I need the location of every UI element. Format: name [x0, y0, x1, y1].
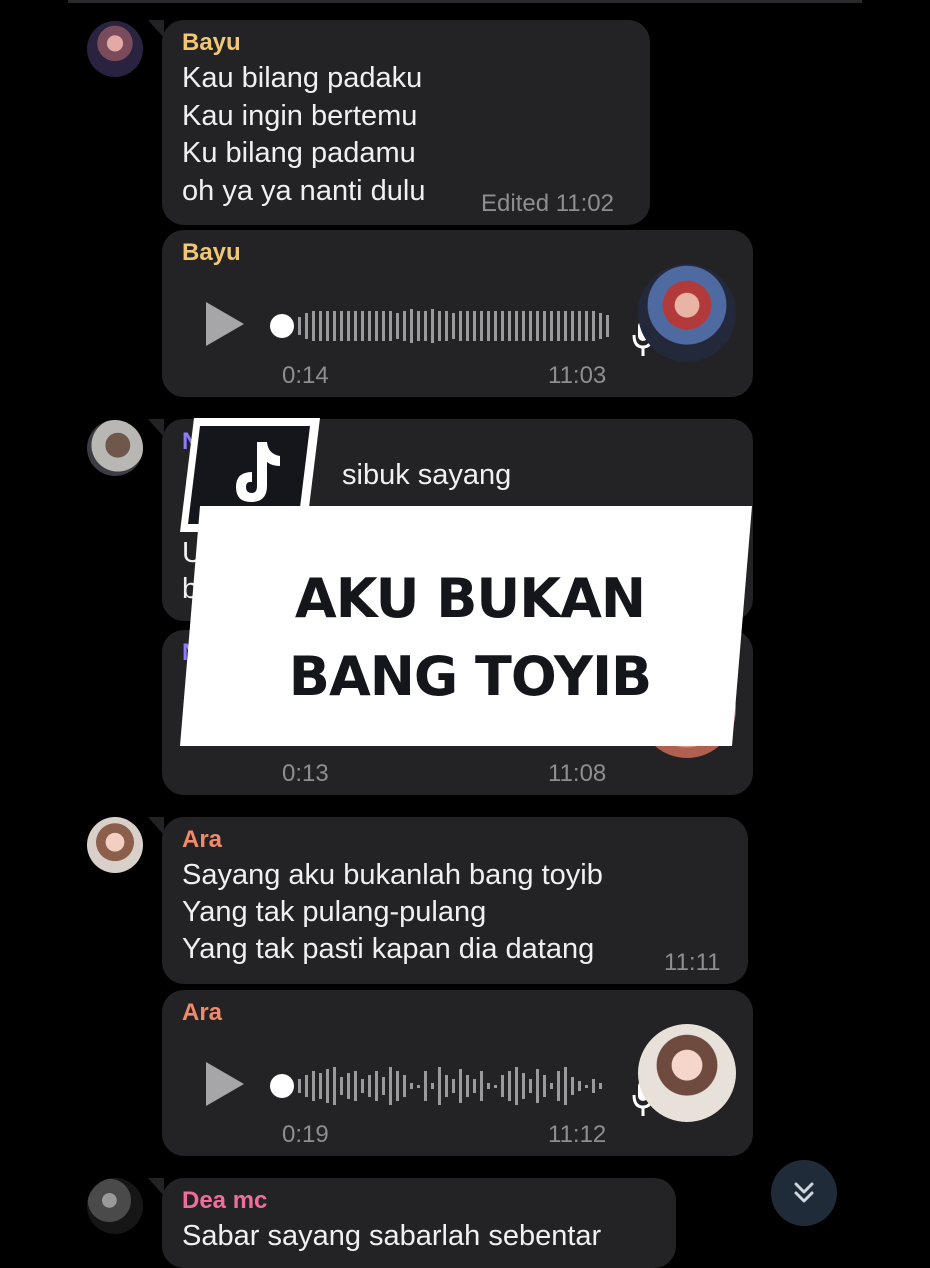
voice-message-bubble[interactable]: Ara 0:19 11:12 — [162, 990, 753, 1156]
message-line: Ku bilang padamu — [182, 137, 416, 169]
sender-name[interactable]: Ara — [182, 999, 222, 1027]
waveform[interactable] — [298, 1065, 610, 1107]
message-bubble[interactable]: Bayu Kau bilang padaku Kau ingin bertemu… — [148, 20, 650, 225]
voice-duration: 0:14 — [282, 362, 329, 389]
message-bubble[interactable]: Ara Sayang aku bukanlah bang toyib Yang … — [148, 817, 748, 984]
message-line: Sabar sayang sabarlah sebentar — [182, 1220, 602, 1252]
playback-knob[interactable] — [270, 1074, 294, 1098]
scroll-to-bottom-button[interactable] — [771, 1160, 837, 1226]
message-bubble[interactable]: Dea mc Sabar sayang sabarlah sebentar — [148, 1178, 676, 1268]
sender-name[interactable]: Ara — [182, 826, 222, 854]
voice-duration: 0:13 — [282, 760, 329, 787]
avatar-n[interactable] — [87, 420, 143, 476]
sender-name[interactable]: Dea mc — [182, 1187, 267, 1215]
message-time: 11:08 — [548, 760, 607, 787]
avatar-dea-mc[interactable] — [87, 1178, 143, 1234]
message-time: 11:11 — [664, 949, 721, 976]
playback-knob[interactable] — [270, 314, 294, 338]
top-divider — [68, 0, 862, 3]
banner-title-line-2: BANG TOYIB — [288, 645, 652, 708]
message-time: 11:03 — [548, 362, 607, 389]
voice-avatar-ara — [638, 1024, 736, 1122]
avatar-bayu[interactable] — [87, 21, 143, 77]
message-line: Kau ingin bertemu — [182, 100, 418, 132]
sender-name[interactable]: Bayu — [182, 239, 241, 267]
waveform[interactable] — [298, 305, 610, 347]
sender-name[interactable]: Bayu — [182, 29, 241, 57]
message-line: sibuk sayang — [342, 459, 512, 491]
voice-message-bubble[interactable]: Bayu 0:14 11:03 — [162, 230, 753, 397]
banner-title: AKU BUKAN BANG TOYIB — [200, 560, 740, 716]
message-line: Yang tak pulang-pulang — [182, 896, 487, 928]
message-time: 11:12 — [548, 1121, 607, 1148]
avatar-ara[interactable] — [87, 817, 143, 873]
message-time: Edited 11:02 — [481, 190, 614, 217]
double-chevron-down-icon — [794, 1182, 814, 1203]
message-line: oh ya ya nanti dulu — [182, 175, 426, 207]
message-line: Yang tak pasti kapan dia datang — [182, 933, 595, 965]
play-icon[interactable] — [206, 1062, 244, 1106]
message-line: Sayang aku bukanlah bang toyib — [182, 859, 603, 891]
message-line: Kau bilang padaku — [182, 62, 423, 94]
banner-title-line-1: AKU BUKAN — [294, 567, 646, 630]
play-icon[interactable] — [206, 302, 244, 346]
voice-avatar-bayu — [638, 264, 736, 362]
voice-duration: 0:19 — [282, 1121, 329, 1148]
